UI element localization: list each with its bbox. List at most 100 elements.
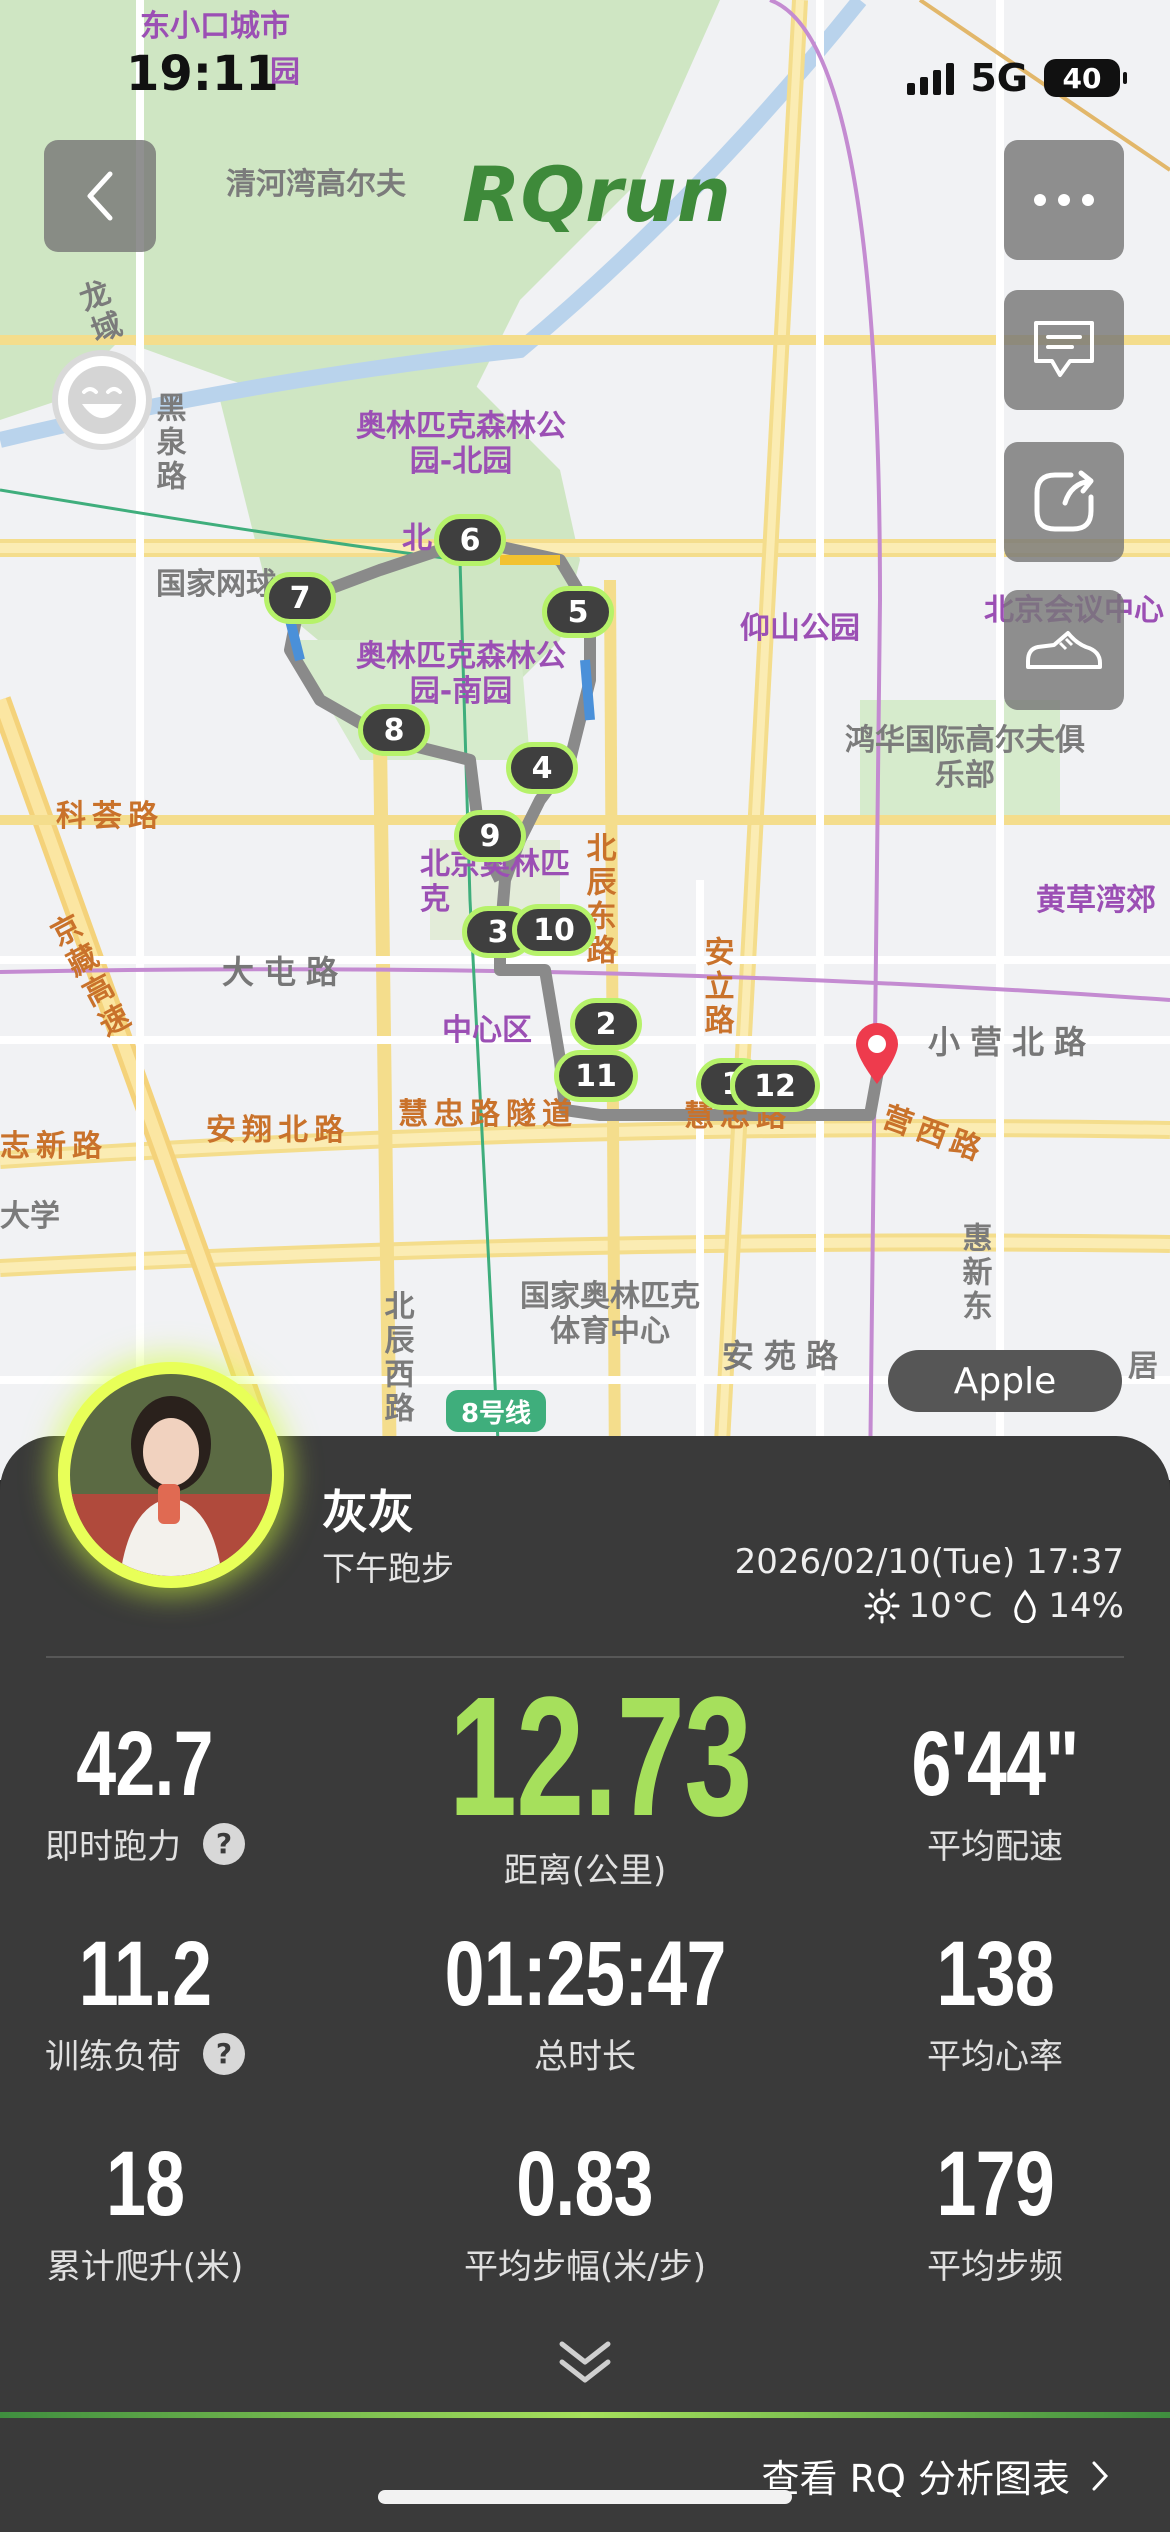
map-label: 国家奥林匹克体育中心: [520, 1279, 700, 1349]
help-icon[interactable]: ?: [203, 1822, 245, 1865]
map-label: 国家网球: [156, 567, 276, 602]
share-button[interactable]: [1004, 442, 1124, 562]
stat-label: 总时长: [390, 2029, 780, 2078]
stat-training-load: 11.2 训练负荷?: [0, 1922, 340, 2078]
back-button[interactable]: [44, 140, 156, 252]
route-marker-5[interactable]: 5: [542, 586, 614, 638]
smile-icon: [68, 366, 136, 434]
stat-label-text: 累计爬升(米): [46, 2247, 244, 2287]
help-icon[interactable]: ?: [203, 2032, 245, 2075]
stat-label: 平均心率: [800, 2029, 1170, 2078]
stat-avg-stride: 0.83 平均步幅(米/步): [390, 2132, 780, 2288]
home-indicator[interactable]: [378, 2490, 792, 2504]
map-label: 志新路: [0, 1129, 108, 1164]
divider: [46, 1656, 1124, 1658]
status-icons: 5G 40: [907, 56, 1127, 100]
stat-distance: 12.73 距离(公里): [390, 1664, 780, 1892]
stat-total-time: 01:25:47 总时长: [390, 1922, 780, 2078]
map-label: 中心区: [442, 1013, 532, 1048]
emoji-button[interactable]: [52, 350, 152, 450]
route-marker-8[interactable]: 8: [358, 704, 430, 756]
stat-value: 11.2: [78, 1923, 212, 2025]
map-label: 慧忠路隧道: [398, 1097, 578, 1132]
route-marker-6[interactable]: 6: [434, 514, 506, 566]
activity-datetime: 2026/02/10(Tue) 17:37: [734, 1542, 1124, 1582]
map-label: 奥林匹克森林公园-北园: [356, 409, 566, 479]
more-icon: [1034, 194, 1094, 206]
chevron-left-icon: [87, 171, 113, 221]
stat-elevation-gain: 18 累计爬升(米): [0, 2132, 340, 2288]
stat-avg-pace: 6'44" 平均配速: [800, 1712, 1170, 1868]
comment-button[interactable]: [1004, 290, 1124, 410]
stat-avg-heart-rate: 138 平均心率: [800, 1922, 1170, 2078]
map-provider-label[interactable]: Apple: [888, 1350, 1122, 1412]
map-label: 大屯路: [222, 953, 349, 991]
map-label: 鸿华国际高尔夫俱乐部: [845, 723, 1085, 793]
weather-info: 10°C 14%: [864, 1586, 1124, 1626]
shoe-icon: [1026, 631, 1102, 669]
map-label: 安立路: [698, 936, 734, 1038]
stat-value: 0.83: [516, 2133, 654, 2235]
shoe-button[interactable]: [1004, 590, 1124, 710]
stat-value: 6'44": [911, 1713, 1080, 1815]
battery-level: 40: [1062, 61, 1102, 95]
sun-icon: [864, 1588, 900, 1624]
status-time: 19:11: [126, 46, 279, 102]
expand-chevron-icon[interactable]: [556, 2338, 614, 2388]
map-label: 北: [402, 521, 432, 556]
map-label: 东小口城市: [140, 9, 290, 44]
stat-avg-cadence: 179 平均步频: [800, 2132, 1170, 2288]
stat-label-text: 平均心率: [927, 2037, 1063, 2077]
stat-value: 12.73: [448, 1662, 752, 1852]
map-label: 居: [1128, 1349, 1158, 1384]
map-label: 黄草湾郊: [1036, 883, 1156, 918]
stat-running-power: 42.7 即时跑力?: [0, 1712, 340, 1868]
end-pin-icon: [856, 1023, 898, 1084]
temperature: 10°C: [908, 1586, 993, 1626]
stat-label: 累计爬升(米): [0, 2239, 340, 2288]
map-label: 安翔北路: [206, 1113, 350, 1148]
network-type: 5G: [970, 56, 1028, 100]
map-label: 安苑路: [722, 1337, 849, 1375]
stat-value: 18: [105, 2133, 185, 2235]
stat-label-text: 平均步频: [927, 2247, 1063, 2287]
map-label: 清河湾高尔夫: [226, 167, 406, 202]
stat-value: 179: [936, 2133, 1054, 2235]
user-name: 灰灰: [322, 1485, 414, 1539]
activity-type: 下午跑步: [322, 1549, 454, 1588]
route-marker-10[interactable]: 10: [512, 904, 596, 956]
route-marker-9[interactable]: 9: [454, 810, 526, 862]
profile-avatar[interactable]: [58, 1362, 284, 1588]
map-label: 大学: [0, 1199, 60, 1234]
stat-label-text: 总时长: [534, 2037, 636, 2077]
map-label: 小营北路: [928, 1023, 1097, 1061]
more-button[interactable]: [1004, 140, 1124, 260]
map-label: 奥林匹克森林公园-南园: [356, 639, 566, 709]
map-label: 惠新东: [956, 1222, 992, 1324]
stat-label-text: 平均步幅(米/步): [464, 2247, 706, 2287]
avatar-image: [70, 1374, 272, 1576]
stat-value: 42.7: [76, 1713, 214, 1815]
brand-logo: RQrun: [462, 150, 731, 239]
route-marker-12[interactable]: 12: [730, 1060, 820, 1112]
stat-value: 138: [936, 1923, 1054, 2025]
stat-label-row: 即时跑力?: [0, 1819, 340, 1868]
stat-label-row: 训练负荷?: [0, 2029, 340, 2078]
battery-icon: 40: [1044, 59, 1127, 97]
analysis-chart-link[interactable]: 查看 RQ 分析图表: [762, 2448, 1110, 2503]
route-marker-11[interactable]: 11: [554, 1050, 638, 1102]
divider-accent: [0, 2412, 1170, 2418]
comment-icon: [1034, 321, 1094, 377]
share-icon: [1034, 470, 1094, 532]
map-label: 北辰西路: [378, 1290, 414, 1426]
stat-label: 即时跑力: [45, 1827, 181, 1867]
signal-icon: [907, 61, 955, 95]
stat-value: 01:25:47: [444, 1923, 726, 2025]
route-marker-4[interactable]: 4: [506, 742, 578, 794]
stat-label-text: 平均配速: [927, 1827, 1063, 1867]
route-marker-2[interactable]: 2: [570, 998, 642, 1050]
humidity-icon: [1014, 1589, 1037, 1623]
stat-label: 训练负荷: [45, 2037, 181, 2077]
route-marker-7[interactable]: 7: [264, 572, 336, 624]
avatar-photo: [70, 1374, 272, 1576]
